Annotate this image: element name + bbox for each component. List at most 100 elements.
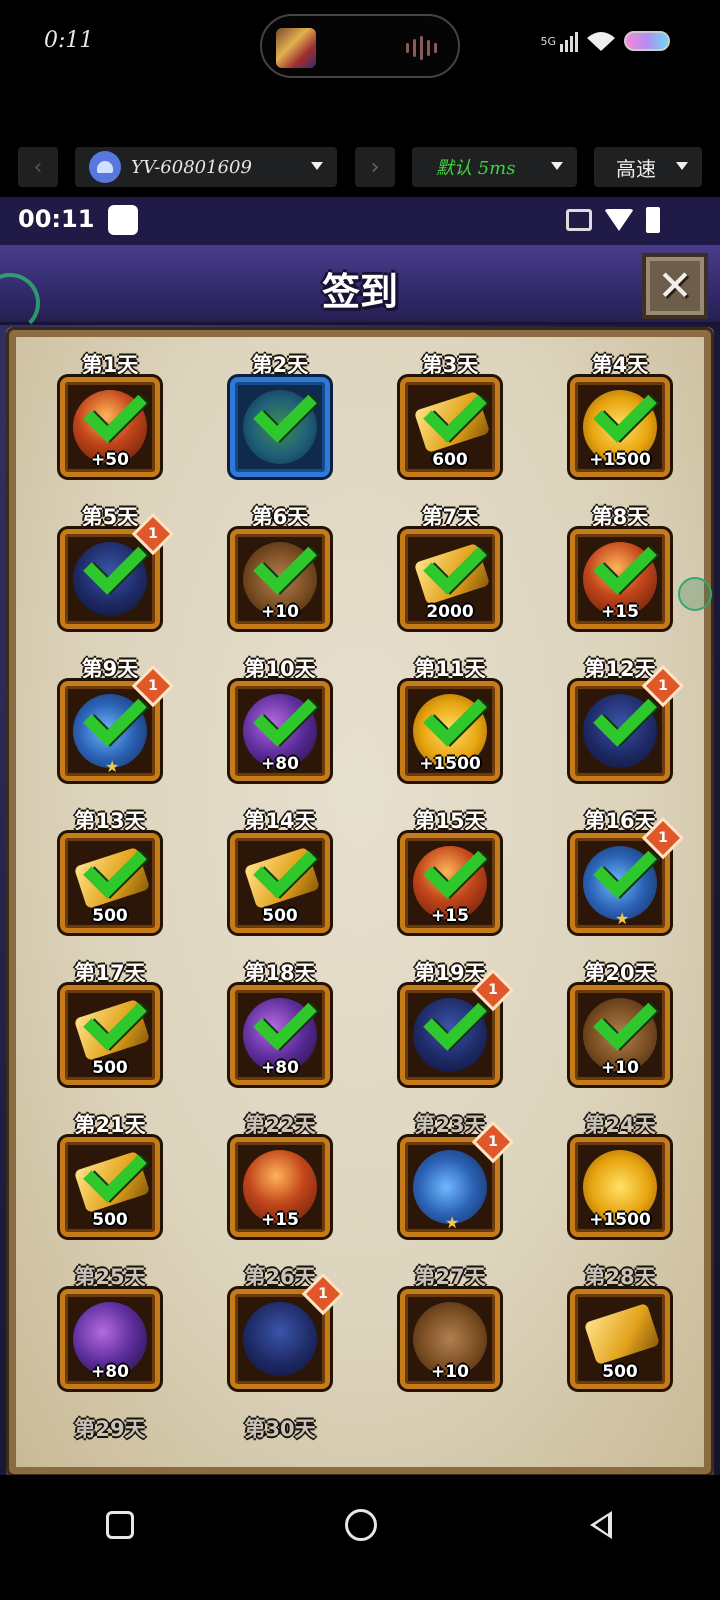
- reward-item[interactable]: 600: [400, 377, 500, 477]
- day-cell[interactable]: 第30天: [220, 1413, 340, 1475]
- day-cell[interactable]: 第23天 ★ 1: [390, 1109, 515, 1259]
- badge-count: 1: [488, 982, 498, 998]
- game-screen[interactable]: 00:11 签到 ✕ 第1天 +50 第2天 第3天 600 第4天 +1500 第5天 1 第6…: [0, 197, 720, 1475]
- wifi-icon: [604, 209, 634, 231]
- reward-value: +10: [601, 1058, 639, 1078]
- day-cell[interactable]: 第6天 +10: [220, 501, 340, 651]
- reward-value: 600: [432, 450, 468, 470]
- navigation-bar: [0, 1475, 720, 1600]
- day-cell[interactable]: 第12天 1: [560, 653, 685, 803]
- reward-item[interactable]: 500: [60, 985, 160, 1085]
- reward-item[interactable]: 500: [570, 1289, 670, 1389]
- day-cell[interactable]: 第11天 +1500: [390, 653, 510, 803]
- day-label: 第3天: [421, 353, 479, 377]
- day-label: 第21天: [74, 1113, 146, 1137]
- reward-item[interactable]: +15: [230, 1137, 330, 1237]
- day-label: 第6天: [251, 505, 309, 529]
- day-label: 第17天: [74, 961, 146, 985]
- day-label: 第7天: [421, 505, 479, 529]
- day-cell[interactable]: 第7天 2000: [390, 501, 510, 651]
- reward-item[interactable]: [230, 377, 330, 477]
- reward-item[interactable]: +10: [570, 985, 670, 1085]
- day-cell[interactable]: 第18天 +80: [220, 957, 340, 1107]
- device-selector[interactable]: YV-60801609: [75, 147, 337, 187]
- signal-icon: [560, 30, 578, 52]
- day-cell[interactable]: 第8天 +15: [560, 501, 680, 651]
- reward-value: +80: [91, 1362, 129, 1382]
- day-cell[interactable]: 第16天 ★ 1: [560, 805, 685, 955]
- day-label: 第11天: [414, 657, 486, 681]
- reward-value: +50: [91, 450, 129, 470]
- day-cell[interactable]: 第9天 ★ 1: [50, 653, 175, 803]
- home-button[interactable]: [345, 1509, 377, 1541]
- day-cell[interactable]: 第20天 +10: [560, 957, 680, 1107]
- floating-assist-button[interactable]: [678, 577, 712, 611]
- day-cell[interactable]: 第1天 +50: [50, 349, 170, 499]
- reward-item[interactable]: +15: [400, 833, 500, 933]
- star-icon: ★: [445, 1213, 460, 1232]
- day-cell[interactable]: 第15天 +15: [390, 805, 510, 955]
- badge-count: 1: [488, 1134, 498, 1150]
- day-cell[interactable]: 第22天 +15: [220, 1109, 340, 1259]
- day-cell[interactable]: 第24天 +1500: [560, 1109, 680, 1259]
- latency-selector[interactable]: 默认 5ms: [412, 147, 577, 187]
- day-cell[interactable]: 第26天 1: [220, 1261, 345, 1411]
- game-status-bar: 00:11: [0, 197, 720, 245]
- reward-item[interactable]: 500: [230, 833, 330, 933]
- chevron-down-icon: [676, 162, 688, 170]
- day-cell[interactable]: 第21天 500: [50, 1109, 170, 1259]
- day-label: 第28天: [584, 1265, 656, 1289]
- reward-item[interactable]: 500: [60, 1137, 160, 1237]
- day-cell[interactable]: 第10天 +80: [220, 653, 340, 803]
- reward-item[interactable]: +1500: [570, 377, 670, 477]
- speed-selector[interactable]: 高速: [594, 147, 702, 187]
- phone-clock: 0:11: [44, 28, 94, 53]
- day-cell[interactable]: 第19天 1: [390, 957, 515, 1107]
- day-label: 第15天: [414, 809, 486, 833]
- day-cell[interactable]: 第5天 1: [50, 501, 175, 651]
- reward-item[interactable]: +80: [230, 985, 330, 1085]
- day-label: 第25天: [74, 1265, 146, 1289]
- reward-item[interactable]: +1500: [570, 1137, 670, 1237]
- day-cell[interactable]: 第28天 500: [560, 1261, 680, 1411]
- recent-apps-button[interactable]: [106, 1511, 134, 1539]
- badge-count: 1: [148, 526, 158, 542]
- battery-icon: [646, 207, 660, 233]
- chevron-left-icon: ‹: [33, 154, 43, 180]
- dynamic-island[interactable]: [260, 14, 460, 78]
- gold-icon: [583, 1302, 661, 1366]
- app-icon: [276, 28, 316, 68]
- reward-item[interactable]: +15: [570, 529, 670, 629]
- reward-item[interactable]: +1500: [400, 681, 500, 781]
- reward-item[interactable]: +10: [230, 529, 330, 629]
- phone-status-bar: 0:11 5G: [0, 0, 720, 90]
- day-cell[interactable]: 第13天 500: [50, 805, 170, 955]
- day-cell[interactable]: 第25天 +80: [50, 1261, 170, 1411]
- day-cell[interactable]: 第27天 +10: [390, 1261, 510, 1411]
- badge-count: 1: [658, 678, 668, 694]
- day-label: 第1天: [81, 353, 139, 377]
- reward-item[interactable]: +80: [230, 681, 330, 781]
- day-cell[interactable]: 第29天: [50, 1413, 170, 1475]
- android-icon: [89, 151, 121, 183]
- day-cell[interactable]: 第14天 500: [220, 805, 340, 955]
- battery-icon: [624, 31, 670, 51]
- reward-item[interactable]: 500: [60, 833, 160, 933]
- reward-item[interactable]: +50: [60, 377, 160, 477]
- badge-count: 1: [658, 830, 668, 846]
- close-button[interactable]: ✕: [642, 253, 708, 319]
- reward-item[interactable]: +80: [60, 1289, 160, 1389]
- reward-item[interactable]: +10: [400, 1289, 500, 1389]
- day-cell[interactable]: 第3天 600: [390, 349, 510, 499]
- back-nav-button[interactable]: [590, 1511, 612, 1539]
- speed-label: 高速: [616, 156, 656, 181]
- day-cell[interactable]: 第4天 +1500: [560, 349, 680, 499]
- forward-button[interactable]: ›: [355, 147, 395, 187]
- reward-item[interactable]: 2000: [400, 529, 500, 629]
- badge-count: 1: [148, 678, 158, 694]
- back-button[interactable]: ‹: [18, 147, 58, 187]
- day-cell[interactable]: 第17天 500: [50, 957, 170, 1107]
- latency-label: 默认 5ms: [436, 158, 516, 179]
- day-cell[interactable]: 第2天: [220, 349, 340, 499]
- dialog-title-bar: 签到 ✕: [0, 245, 720, 333]
